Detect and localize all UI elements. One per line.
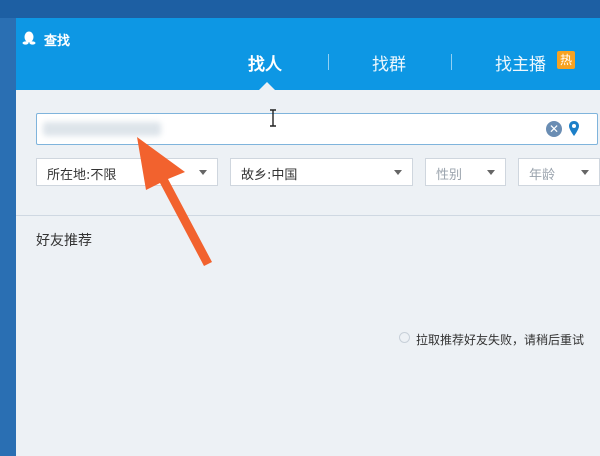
header-bar: 查找 找人 找群 找主播 热 [16, 18, 600, 90]
tab-find-groups[interactable]: 找群 [372, 50, 406, 75]
age-dropdown-label: 年龄 [529, 168, 556, 183]
tab-find-streamers[interactable]: 找主播 [495, 50, 546, 75]
desktop-top-strip [0, 0, 600, 18]
tab-separator [451, 54, 452, 70]
text-cursor-icon [270, 109, 276, 127]
gender-dropdown-label: 性别 [436, 168, 463, 183]
recommend-title: 好友推荐 [36, 233, 92, 249]
tab-separator [328, 54, 329, 70]
window-title: 查找 [44, 34, 71, 49]
tab-find-people[interactable]: 找人 [248, 50, 282, 75]
penguin-icon [22, 31, 36, 45]
loading-icon [399, 332, 410, 343]
chevron-down-icon [394, 170, 402, 175]
recommend-status: 拉取推荐好友失败，请稍后重试 [416, 333, 585, 347]
chevron-down-icon [487, 170, 495, 175]
location-dropdown-label: 所在地:不限 [47, 168, 117, 183]
chevron-down-icon [581, 170, 589, 175]
active-tab-pointer [259, 82, 275, 90]
location-pin-icon[interactable] [568, 120, 580, 138]
section-divider [16, 215, 600, 216]
hometown-dropdown[interactable]: 故乡:中国 [230, 158, 413, 186]
location-dropdown[interactable]: 所在地:不限 [36, 158, 218, 186]
find-window: 查找 找人 找群 找主播 热 ✕ 所在地:不限 故乡:中国 性别 年龄 好友推荐 [16, 18, 600, 456]
hot-badge: 热 [557, 51, 575, 69]
gender-dropdown[interactable]: 性别 [425, 158, 506, 186]
search-box[interactable]: ✕ [36, 113, 598, 145]
age-dropdown[interactable]: 年龄 [518, 158, 600, 186]
hometown-dropdown-label: 故乡:中国 [241, 168, 298, 183]
chevron-down-icon [199, 170, 207, 175]
close-circle-icon[interactable]: ✕ [546, 121, 562, 137]
search-input[interactable] [43, 118, 542, 142]
